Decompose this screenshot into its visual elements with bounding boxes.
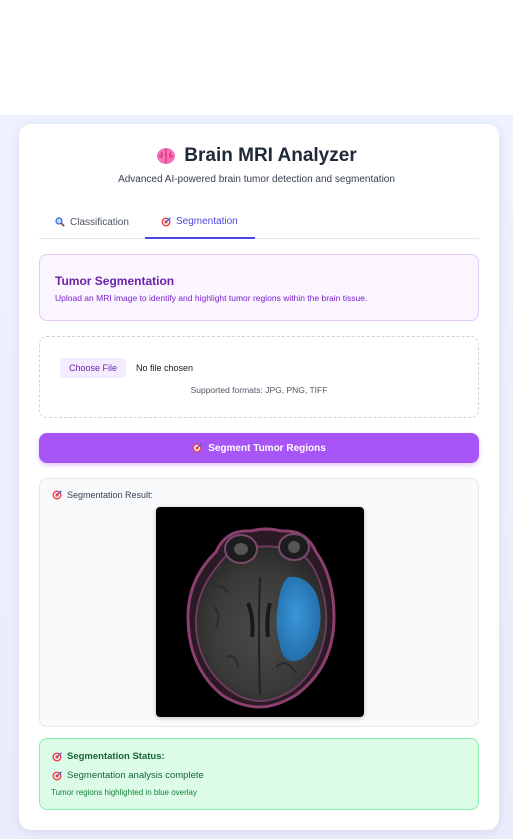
- segmented-mri-image: [156, 507, 364, 717]
- file-upload-area[interactable]: Choose File No file chosen Supported for…: [39, 336, 479, 418]
- tab-segmentation[interactable]: Segmentation: [145, 206, 255, 239]
- header: Brain MRI Analyzer: [0, 145, 513, 167]
- segment-tumor-button[interactable]: Segment Tumor Regions: [39, 433, 479, 463]
- target-icon: [52, 770, 62, 781]
- info-description: Upload an MRI image to identify and high…: [55, 293, 368, 303]
- segmentation-info-panel: Tumor Segmentation Upload an MRI image t…: [39, 254, 479, 321]
- tab-classification[interactable]: Classification: [39, 206, 145, 238]
- tab-segmentation-label: Segmentation: [176, 216, 238, 227]
- status-line1: Segmentation analysis complete: [67, 770, 204, 781]
- info-heading: Tumor Segmentation: [55, 274, 175, 288]
- file-status-text: No file chosen: [136, 363, 194, 373]
- status-line-complete: Segmentation analysis complete: [52, 770, 204, 781]
- supported-formats-text: Supported formats: JPG, PNG, TIFF: [190, 385, 328, 395]
- target-icon: [192, 443, 203, 453]
- target-icon: [161, 216, 171, 227]
- result-header: Segmentation Result:: [52, 490, 153, 500]
- status-heading: Segmentation Status:: [67, 751, 165, 762]
- magnifier-icon: [55, 217, 65, 227]
- status-header: Segmentation Status:: [52, 751, 165, 762]
- brain-icon: [156, 147, 176, 165]
- target-icon: [52, 751, 62, 762]
- page-title: Brain MRI Analyzer: [184, 145, 357, 166]
- page-subtitle: Advanced AI-powered brain tumor detectio…: [118, 174, 395, 185]
- segmentation-result-panel: Segmentation Result:: [39, 478, 479, 727]
- segmentation-status-panel: Segmentation Status: Segmentation analys…: [39, 738, 479, 810]
- tab-classification-label: Classification: [70, 216, 129, 228]
- tab-bar: Classification Segmentation: [39, 206, 479, 239]
- segment-tumor-button-label: Segment Tumor Regions: [208, 442, 326, 454]
- result-label: Segmentation Result:: [67, 490, 154, 500]
- status-line2: Tumor regions highlighted in blue overla…: [51, 788, 198, 797]
- target-icon: [52, 490, 62, 500]
- choose-file-button[interactable]: Choose File: [60, 358, 126, 378]
